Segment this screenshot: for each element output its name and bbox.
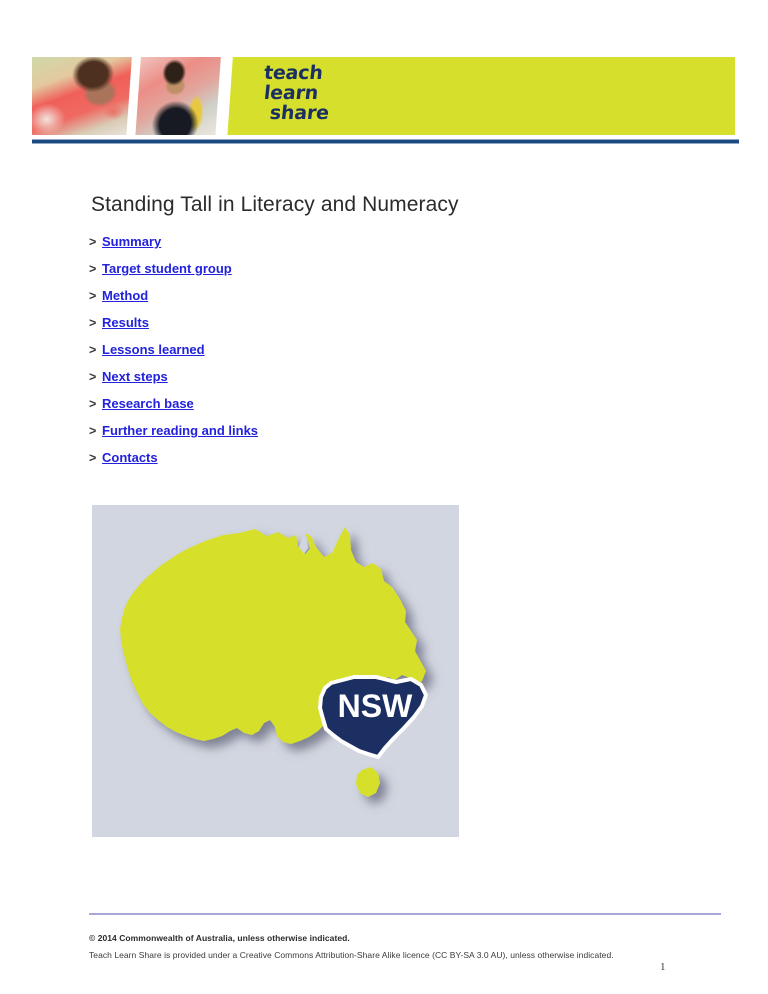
footer-divider-rule — [89, 913, 721, 915]
chevron-right-icon: > — [89, 424, 97, 438]
chevron-right-icon: > — [89, 235, 97, 249]
chevron-right-icon: > — [89, 370, 97, 384]
wordmark-line-learn: learn — [262, 82, 320, 104]
wordmark-line-teach: teach — [262, 62, 324, 84]
footer-licence: Teach Learn Share is provided under a Cr… — [89, 950, 614, 960]
toc-item: > Summary — [89, 232, 649, 259]
toc-item: > Contacts — [89, 448, 649, 475]
toc-item: > Research base — [89, 394, 649, 421]
footer-copyright: © 2014 Commonwealth of Australia, unless… — [89, 933, 350, 943]
toc-item: > Further reading and links — [89, 421, 649, 448]
toc-link-research-base[interactable]: Research base — [102, 396, 194, 411]
table-of-contents: > Summary > Target student group > Method > Res… — [89, 232, 649, 475]
chevron-right-icon: > — [89, 397, 97, 411]
toc-item: > Next steps — [89, 367, 649, 394]
chevron-right-icon: > — [89, 451, 97, 465]
banner-photo-boy-writing — [130, 57, 226, 135]
australia-map-figure: NSW — [92, 505, 459, 837]
toc-item: > Results — [89, 313, 649, 340]
nsw-label: NSW — [338, 688, 413, 724]
wordmark-line-share: share — [268, 102, 330, 124]
toc-link-results[interactable]: Results — [102, 315, 149, 330]
chevron-right-icon: > — [89, 343, 97, 357]
banner-photo-child-writing-overlay — [32, 57, 132, 135]
toc-link-target-student-group[interactable]: Target student group — [102, 261, 232, 276]
chevron-right-icon: > — [89, 289, 97, 303]
chevron-right-icon: > — [89, 316, 97, 330]
toc-link-summary[interactable]: Summary — [102, 234, 161, 249]
toc-item: > Method — [89, 286, 649, 313]
toc-item: > Lessons learned — [89, 340, 649, 367]
australia-map-svg: NSW — [92, 505, 459, 837]
page-number: 1 — [660, 961, 666, 973]
banner-photo-strip — [32, 57, 226, 135]
header-divider-rule — [32, 139, 739, 144]
toc-link-further-reading-and-links[interactable]: Further reading and links — [102, 423, 258, 438]
chevron-right-icon: > — [89, 262, 97, 276]
banner-photo-child-writing — [32, 57, 132, 135]
toc-link-contacts[interactable]: Contacts — [102, 450, 158, 465]
toc-link-next-steps[interactable]: Next steps — [102, 369, 168, 384]
toc-link-lessons-learned[interactable]: Lessons learned — [102, 342, 205, 357]
banner-lime-panel: teach learn share — [214, 57, 735, 135]
toc-link-method[interactable]: Method — [102, 288, 148, 303]
page-title: Standing Tall in Literacy and Numeracy — [91, 193, 459, 216]
brand-wordmark: teach learn share — [259, 62, 334, 124]
site-banner: teach learn share — [32, 57, 735, 135]
toc-item: > Target student group — [89, 259, 649, 286]
